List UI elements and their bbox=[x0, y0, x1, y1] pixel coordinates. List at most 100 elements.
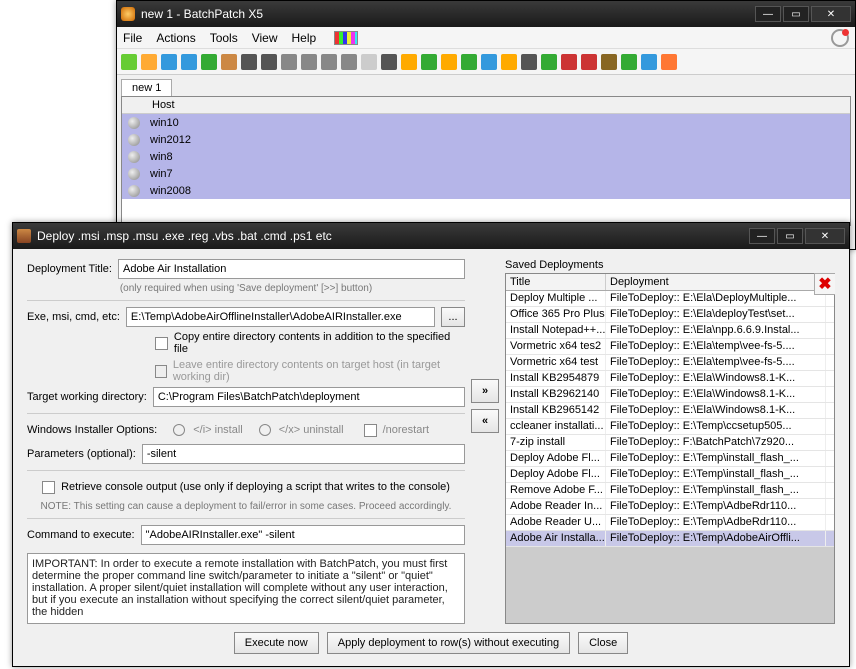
maximize-button[interactable]: ▭ bbox=[783, 6, 809, 22]
titlebar[interactable]: new 1 - BatchPatch X5 — ▭ ✕ bbox=[117, 1, 855, 27]
menu-help[interactable]: Help bbox=[292, 31, 317, 45]
saved-deployments-grid[interactable]: ✖ Title Deployment Deploy Multiple ...Fi… bbox=[505, 273, 835, 624]
target-dir-input[interactable] bbox=[153, 387, 465, 407]
earth-icon[interactable] bbox=[641, 54, 657, 70]
checkbox-retrieve-console[interactable] bbox=[42, 481, 55, 494]
saved-deployment-row[interactable]: ccleaner installati...FileToDeploy:: E:\… bbox=[506, 419, 834, 435]
clock-alert-icon[interactable] bbox=[831, 29, 849, 47]
download-icon[interactable] bbox=[461, 54, 477, 70]
menubar: File Actions Tools View Help bbox=[117, 27, 855, 49]
saved-deployment-row[interactable]: Adobe Reader In...FileToDeploy:: E:\Temp… bbox=[506, 499, 834, 515]
patch-green-icon[interactable] bbox=[621, 54, 637, 70]
menu-view[interactable]: View bbox=[252, 31, 278, 45]
host-row[interactable]: win8 bbox=[122, 148, 850, 165]
menu-tools[interactable]: Tools bbox=[210, 31, 238, 45]
pin-icon[interactable] bbox=[381, 54, 397, 70]
network-icon[interactable] bbox=[221, 54, 237, 70]
saved-deployment-row[interactable]: Install KB2962140FileToDeploy:: E:\Ela\W… bbox=[506, 387, 834, 403]
execute-now-button[interactable]: Execute now bbox=[234, 632, 319, 654]
minimize-button[interactable]: — bbox=[749, 228, 775, 244]
schedule-icon[interactable] bbox=[301, 54, 317, 70]
upload-icon[interactable] bbox=[481, 54, 497, 70]
target-icon[interactable] bbox=[521, 54, 537, 70]
menu-actions[interactable]: Actions bbox=[156, 31, 195, 45]
host-name: win2008 bbox=[150, 185, 191, 197]
clock-icon[interactable] bbox=[321, 54, 337, 70]
saved-deployment-row[interactable]: Install Notepad++...FileToDeploy:: E:\El… bbox=[506, 323, 834, 339]
radio-uninstall[interactable] bbox=[259, 424, 271, 436]
close-button[interactable]: ✕ bbox=[805, 228, 845, 244]
exe-path-input[interactable] bbox=[126, 307, 435, 327]
x-orange-icon[interactable] bbox=[661, 54, 677, 70]
cell-title: Install KB2965142 bbox=[506, 403, 606, 418]
play-icon[interactable] bbox=[241, 54, 257, 70]
minimize-button[interactable]: — bbox=[755, 6, 781, 22]
maximize-button[interactable]: ▭ bbox=[777, 228, 803, 244]
menu-file[interactable]: File bbox=[123, 31, 142, 45]
grid-header-host[interactable]: Host bbox=[122, 97, 850, 114]
titlebar[interactable]: Deploy .msi .msp .msu .exe .reg .vbs .ba… bbox=[13, 223, 849, 249]
host-row[interactable]: win10 bbox=[122, 114, 850, 131]
notes-textarea[interactable]: IMPORTANT: In order to execute a remote … bbox=[27, 553, 465, 624]
patch-brown-icon[interactable] bbox=[601, 54, 617, 70]
saved-deployment-row[interactable]: Install KB2965142FileToDeploy:: E:\Ela\W… bbox=[506, 403, 834, 419]
dots-icon[interactable] bbox=[541, 54, 557, 70]
saved-deployment-row[interactable]: Install KB2954879FileToDeploy:: E:\Ela\W… bbox=[506, 371, 834, 387]
close-button[interactable]: ✕ bbox=[811, 6, 851, 22]
bug-icon[interactable] bbox=[561, 54, 577, 70]
saved-deployment-row[interactable]: Office 365 Pro PlusFileToDeploy:: E:\Ela… bbox=[506, 307, 834, 323]
document-icon[interactable] bbox=[361, 54, 377, 70]
col-title[interactable]: Title bbox=[506, 274, 606, 290]
cell-title: Deploy Adobe Fl... bbox=[506, 467, 606, 482]
label-opt-uninstall: </x> uninstall bbox=[279, 424, 344, 436]
checkbox-norestart[interactable] bbox=[364, 424, 377, 437]
checkbox-copy-dir[interactable] bbox=[155, 337, 168, 350]
tab-new1[interactable]: new 1 bbox=[121, 79, 172, 96]
cell-title: 7-zip install bbox=[506, 435, 606, 450]
saved-deployment-row[interactable]: Vormetric x64 testFileToDeploy:: E:\Ela\… bbox=[506, 355, 834, 371]
host-status-icon bbox=[128, 151, 140, 163]
unlock-icon[interactable] bbox=[501, 54, 517, 70]
saved-deployment-row[interactable]: Deploy Adobe Fl...FileToDeploy:: E:\Temp… bbox=[506, 451, 834, 467]
color-grid-icon[interactable] bbox=[334, 31, 358, 45]
host-row[interactable]: win7 bbox=[122, 165, 850, 182]
cell-title: Deploy Multiple ... bbox=[506, 291, 606, 306]
saved-deployment-row[interactable]: Vormetric x64 tes2FileToDeploy:: E:\Ela\… bbox=[506, 339, 834, 355]
saved-deployment-row[interactable]: Remove Adobe F...FileToDeploy:: E:\Temp\… bbox=[506, 483, 834, 499]
parameters-input[interactable] bbox=[142, 444, 465, 464]
copy-icon[interactable] bbox=[181, 54, 197, 70]
save-deployment-button[interactable]: » bbox=[471, 379, 499, 403]
host-grid[interactable]: Host win10win2012win8win7 win2008 bbox=[121, 96, 851, 226]
label-leave-dir: Leave entire directory contents on targe… bbox=[173, 359, 465, 383]
host-row[interactable]: win2012 bbox=[122, 131, 850, 148]
apply-to-rows-button[interactable]: Apply deployment to row(s) without execu… bbox=[327, 632, 570, 654]
stopwatch-icon[interactable] bbox=[281, 54, 297, 70]
command-input[interactable] bbox=[141, 525, 465, 545]
host-row[interactable]: win2008 bbox=[122, 182, 850, 199]
col-deployment[interactable]: Deployment bbox=[606, 274, 826, 290]
radio-install[interactable] bbox=[173, 424, 185, 436]
patch-red-icon[interactable] bbox=[581, 54, 597, 70]
load-deployment-button[interactable]: « bbox=[471, 409, 499, 433]
browse-button[interactable]: ... bbox=[441, 307, 465, 327]
cell-deployment: FileToDeploy:: E:\Temp\install_flash_... bbox=[606, 467, 826, 482]
saved-deployment-row[interactable]: Deploy Multiple ...FileToDeploy:: E:\Ela… bbox=[506, 291, 834, 307]
delete-deployment-button[interactable]: ✖ bbox=[814, 273, 835, 295]
saved-deployment-row[interactable]: 7-zip installFileToDeploy:: F:\BatchPatc… bbox=[506, 435, 834, 451]
cell-deployment: FileToDeploy:: E:\Ela\npp.6.6.9.Instal..… bbox=[606, 323, 826, 338]
gear-icon[interactable] bbox=[341, 54, 357, 70]
globe-green-icon[interactable] bbox=[421, 54, 437, 70]
stop-icon[interactable] bbox=[261, 54, 277, 70]
save-icon[interactable] bbox=[161, 54, 177, 70]
close-dialog-button[interactable]: Close bbox=[578, 632, 628, 654]
flag-icon[interactable] bbox=[121, 54, 137, 70]
diamond-icon[interactable] bbox=[401, 54, 417, 70]
saved-deployment-row[interactable]: Adobe Reader U...FileToDeploy:: E:\Temp\… bbox=[506, 515, 834, 531]
folder-icon[interactable] bbox=[141, 54, 157, 70]
window-title: Deploy .msi .msp .msu .exe .reg .vbs .ba… bbox=[37, 229, 749, 243]
saved-deployment-row[interactable]: Deploy Adobe Fl...FileToDeploy:: E:\Temp… bbox=[506, 467, 834, 483]
saved-deployment-row[interactable]: Adobe Air Installa...FileToDeploy:: E:\T… bbox=[506, 531, 834, 547]
refresh-icon[interactable] bbox=[441, 54, 457, 70]
plus-icon[interactable] bbox=[201, 54, 217, 70]
deployment-title-input[interactable] bbox=[118, 259, 465, 279]
